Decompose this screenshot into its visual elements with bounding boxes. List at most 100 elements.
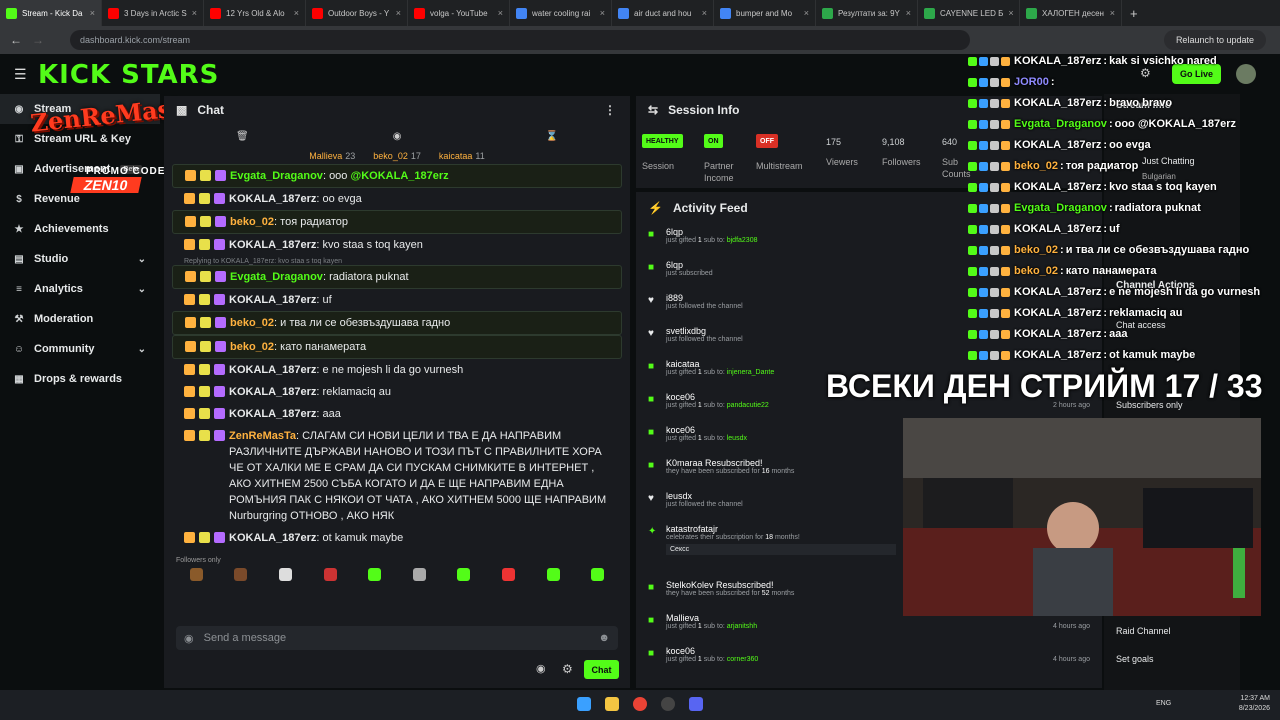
browser-tab[interactable]: CAYENNE LED Б × bbox=[918, 0, 1020, 26]
relaunch-button[interactable]: Relaunch to update bbox=[1163, 30, 1266, 50]
obs-icon[interactable] bbox=[661, 697, 675, 711]
browser-tab[interactable]: bumper and Mo × bbox=[714, 0, 816, 26]
chevron-down-icon[interactable]: ⌄ bbox=[138, 254, 146, 265]
close-tab-icon[interactable]: × bbox=[90, 8, 95, 18]
chat-message[interactable]: KOKALA_187erz: kvo staa s toq kayen bbox=[172, 234, 622, 256]
sidebar-item-drops-rewards[interactable]: ▦ Drops & rewards bbox=[0, 364, 160, 394]
chat-message[interactable]: KOKALA_187erz: ot kamuk maybe bbox=[172, 527, 622, 549]
more-icon[interactable]: ⋮ bbox=[604, 103, 616, 117]
chat-message[interactable]: Evgata_Draganov: ooo @KOKALA_187erz bbox=[172, 164, 622, 188]
back-icon[interactable]: ← bbox=[10, 33, 22, 47]
system-clock[interactable]: 12:37 AM 8/23/2026 bbox=[1239, 694, 1270, 714]
sidebar-item-achievements[interactable]: ★ Achievements bbox=[0, 214, 160, 244]
close-tab-icon[interactable]: × bbox=[1008, 8, 1013, 18]
chat-username[interactable]: beko_02 bbox=[230, 216, 274, 228]
emote[interactable] bbox=[323, 568, 337, 581]
close-tab-icon[interactable]: × bbox=[1110, 8, 1115, 18]
chat-message[interactable]: Evgata_Draganov: radiatora puknat bbox=[172, 265, 622, 289]
chat-username[interactable]: beko_02 bbox=[230, 341, 274, 353]
chat-username[interactable]: Evgata_Draganov bbox=[230, 271, 323, 283]
chat-username[interactable]: KOKALA_187erz bbox=[229, 239, 316, 251]
forward-icon[interactable]: → bbox=[32, 33, 44, 47]
sidebar-item-community[interactable]: ☺ Community ⌄ bbox=[0, 334, 160, 364]
browser-tab[interactable]: 12 Yrs Old & Alo × bbox=[204, 0, 306, 26]
close-tab-icon[interactable]: × bbox=[498, 8, 503, 18]
browser-tab[interactable]: Резултати за: 9Y × bbox=[816, 0, 918, 26]
emote[interactable] bbox=[457, 568, 471, 581]
chat-message[interactable]: beko_02: като панамерата bbox=[172, 335, 622, 359]
gift-recipient[interactable]: leusdx bbox=[727, 435, 747, 442]
browser-tab[interactable]: water cooling rai × bbox=[510, 0, 612, 26]
emote[interactable] bbox=[368, 568, 382, 581]
chat-username[interactable]: KOKALA_187erz bbox=[229, 364, 316, 376]
emote[interactable] bbox=[278, 568, 292, 581]
chat-message[interactable]: KOKALA_187erz: aaa bbox=[172, 403, 622, 425]
emote[interactable] bbox=[501, 568, 515, 581]
emote[interactable] bbox=[591, 568, 605, 581]
new-tab-icon[interactable]: + bbox=[1122, 6, 1146, 21]
close-tab-icon[interactable]: × bbox=[906, 8, 911, 18]
chat-username[interactable]: KOKALA_187erz bbox=[229, 532, 316, 544]
chat-username[interactable]: KOKALA_187erz bbox=[229, 193, 316, 205]
file-explorer-icon[interactable] bbox=[605, 697, 619, 711]
chat-settings-icon[interactable]: ⚙ bbox=[562, 662, 573, 676]
hourglass-icon[interactable]: ⌛ bbox=[546, 131, 558, 142]
gift-recipient[interactable]: arjanitshh bbox=[727, 623, 757, 630]
close-tab-icon[interactable]: × bbox=[702, 8, 707, 18]
gift-recipient[interactable]: corner360 bbox=[727, 656, 759, 663]
gift-recipient[interactable]: injenera_Dante bbox=[727, 369, 774, 376]
activity-item[interactable]: ■ koce06 just gifted 1 sub to: corner360 4 … bbox=[636, 643, 1102, 676]
chat-message[interactable]: KOKALA_187erz: reklamaciq au bbox=[172, 381, 622, 403]
browser-tab[interactable]: 3 Days in Arctic S × bbox=[102, 0, 204, 26]
chat-username[interactable]: ZenReMasTa bbox=[229, 430, 296, 442]
sidebar-item-analytics[interactable]: ≡ Analytics ⌄ bbox=[0, 274, 160, 304]
browser-tab[interactable]: volga - YouTube × bbox=[408, 0, 510, 26]
send-chat-button[interactable]: Chat bbox=[584, 660, 619, 679]
chat-username[interactable]: beko_02 bbox=[230, 317, 274, 329]
browser-tab[interactable]: Outdoor Boys - Y × bbox=[306, 0, 408, 26]
language-indicator[interactable]: ENG bbox=[1156, 700, 1171, 707]
chat-username[interactable]: Evgata_Draganov bbox=[230, 170, 323, 182]
raid-channel-label[interactable]: Raid Channel bbox=[1116, 626, 1171, 636]
gift-recipient[interactable]: bjdfa2308 bbox=[727, 237, 758, 244]
chat-message[interactable]: KOKALA_187erz: uf bbox=[172, 289, 622, 311]
chat-mention[interactable]: @KOKALA_187erz bbox=[350, 170, 448, 182]
emoji-icon[interactable]: ☻ bbox=[598, 632, 610, 644]
stat-label: Viewers bbox=[826, 157, 858, 167]
trash-icon[interactable]: 🗑 bbox=[236, 131, 249, 142]
chat-message[interactable]: KOKALA_187erz: e ne mojesh li da go vurn… bbox=[172, 359, 622, 381]
message-icon[interactable]: ◉ bbox=[393, 131, 402, 142]
chat-username[interactable]: KOKALA_187erz bbox=[229, 408, 316, 420]
emote[interactable] bbox=[189, 568, 203, 581]
emote[interactable] bbox=[412, 568, 426, 581]
close-tab-icon[interactable]: × bbox=[600, 8, 605, 18]
chat-bubble-icon[interactable]: ◉ bbox=[536, 662, 546, 675]
message-input[interactable]: ◉ Send a message ☻ bbox=[176, 626, 618, 650]
chevron-down-icon[interactable]: ⌄ bbox=[138, 284, 146, 295]
chat-message[interactable]: beko_02: тоя радиатор bbox=[172, 210, 622, 234]
hamburger-menu-icon[interactable]: ☰ bbox=[14, 66, 27, 83]
sidebar-item-moderation[interactable]: ⚒ Moderation bbox=[0, 304, 160, 334]
gift-recipient[interactable]: pandacutie22 bbox=[727, 402, 769, 409]
set-goals-label[interactable]: Set goals bbox=[1116, 654, 1154, 664]
chat-message[interactable]: ZenReMasTa: СЛАГАМ СИ НОВИ ЦЕЛИ И ТВА Е … bbox=[172, 425, 622, 527]
windows-start-icon[interactable] bbox=[577, 697, 591, 711]
browser-tab[interactable]: Stream - Kick Da × bbox=[0, 0, 102, 26]
chat-message[interactable]: beko_02: и тва ли се обезвъздушава гадно bbox=[172, 311, 622, 335]
discord-icon[interactable] bbox=[689, 697, 703, 711]
address-bar[interactable]: dashboard.kick.com/stream bbox=[70, 30, 970, 50]
sidebar-item-studio[interactable]: ▤ Studio ⌄ bbox=[0, 244, 160, 274]
close-tab-icon[interactable]: × bbox=[804, 8, 809, 18]
chevron-down-icon[interactable]: ⌄ bbox=[138, 344, 146, 355]
chat-username[interactable]: KOKALA_187erz bbox=[229, 386, 316, 398]
close-tab-icon[interactable]: × bbox=[192, 8, 197, 18]
chat-username[interactable]: KOKALA_187erz bbox=[229, 294, 316, 306]
close-tab-icon[interactable]: × bbox=[294, 8, 299, 18]
browser-tab[interactable]: air duct and hou × bbox=[612, 0, 714, 26]
chrome-icon[interactable] bbox=[633, 697, 647, 711]
chat-message[interactable]: KOKALA_187erz: oo evga bbox=[172, 188, 622, 210]
close-tab-icon[interactable]: × bbox=[396, 8, 401, 18]
emote[interactable] bbox=[234, 568, 248, 581]
browser-tab[interactable]: ХАЛОГЕН десен × bbox=[1020, 0, 1122, 26]
emote[interactable] bbox=[546, 568, 560, 581]
